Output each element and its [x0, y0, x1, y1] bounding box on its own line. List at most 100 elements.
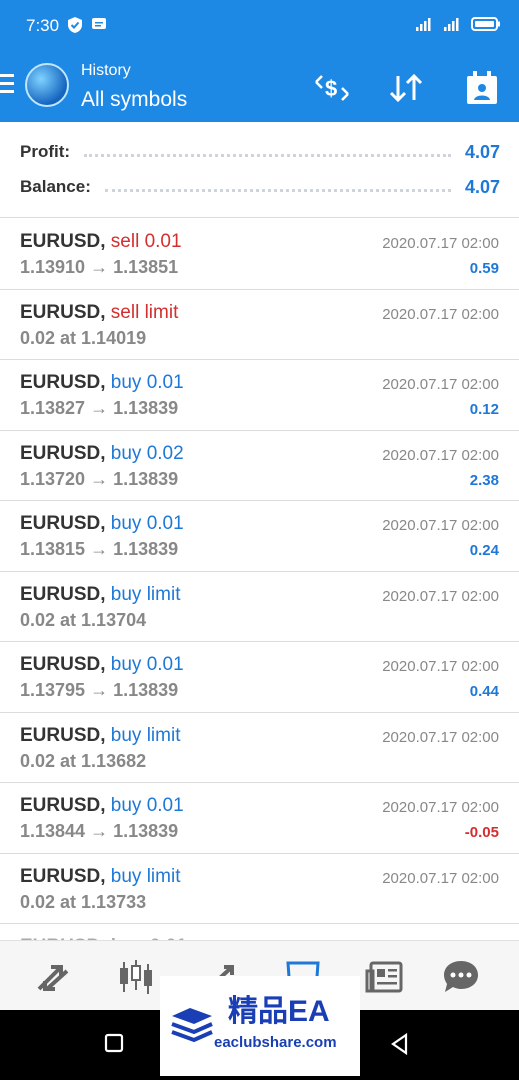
row-detail: 1.13720 → 1.13839 — [20, 468, 179, 489]
battery-icon — [471, 17, 500, 31]
row-symbol: EURUSD, — [20, 724, 106, 746]
signal-icon — [416, 18, 431, 31]
row-symbol-line: EURUSD, buy 0.01 — [20, 372, 184, 394]
row-detail: 0.02 at 1.13704 — [20, 609, 147, 630]
app-bar: History All symbols $ — [0, 52, 519, 122]
row-detail: 0.02 at 1.14019 — [20, 327, 147, 348]
row-symbol-line: EURUSD, sell limit — [20, 302, 178, 324]
history-row[interactable]: EURUSD, sell limit 0.02 at 1.14019 2020.07… — [0, 290, 519, 360]
nav-quotes[interactable] — [31, 955, 75, 999]
balance-label: Balance: — [20, 177, 91, 196]
history-row[interactable]: EURUSD, buy limit 0.02 at 1.13682 2020.07.… — [0, 713, 519, 783]
calendar-button[interactable] — [462, 68, 502, 108]
news-icon — [365, 961, 403, 993]
history-row[interactable]: EURUSD, buy limit 0.02 at 1.13733 2020.07.… — [0, 854, 519, 924]
status-bar: 7:30 — [0, 0, 519, 52]
calendar-person-icon — [467, 71, 497, 104]
quotes-arrows-icon — [37, 965, 69, 991]
balance-row: Balance: 4.07 — [20, 173, 500, 201]
row-detail: 1.13795 → 1.13839 — [20, 680, 179, 700]
message-icon — [92, 18, 106, 29]
history-row[interactable]: EURUSD, buy 0.01 1.13844 → 1.13839 2020.07… — [0, 783, 519, 854]
row-action: buy 0.01 — [110, 654, 184, 675]
currency-filter-button[interactable]: $ — [312, 68, 352, 108]
menu-icon[interactable] — [0, 74, 18, 100]
row-action: buy 0.01 — [110, 795, 184, 816]
balance-value: 4.07 — [464, 176, 500, 197]
row-profit: -0.05 — [464, 824, 499, 841]
profit-value: 4.07 — [464, 141, 500, 162]
history-row[interactable]: EURUSD, sell 0.01 1.13910 → 1.13851 2020.0… — [0, 219, 519, 290]
row-symbol-line: EURUSD, buy 0.01 — [20, 654, 184, 676]
nav-chat[interactable] — [439, 955, 483, 999]
row-detail: 1.13815 → 1.13839 — [20, 539, 179, 559]
nav-news[interactable] — [363, 955, 407, 999]
history-row[interactable]: EURUSD, buy 0.01 1.13827 → 1.13839 2020.07… — [0, 360, 519, 431]
row-symbol: EURUSD, — [20, 231, 106, 252]
row-action: sell 0.01 — [110, 231, 182, 252]
app-logo — [25, 63, 69, 107]
page-title[interactable]: All symbols — [81, 88, 187, 112]
row-symbol-line: EURUSD, buy limit — [20, 866, 180, 888]
sort-button[interactable] — [386, 68, 426, 108]
history-row[interactable]: EURUSD, buy 0.01 1.13795 → 1.13839 2020.07… — [0, 642, 519, 713]
row-action: buy 0.02 — [110, 442, 184, 464]
watermark-text: 精品EA — [228, 995, 330, 1028]
square-icon — [104, 1033, 124, 1053]
dollar-arrows-icon: $ — [315, 75, 349, 101]
row-action: buy limit — [110, 724, 181, 746]
row-action: buy 0.01 — [110, 372, 184, 393]
row-symbol: EURUSD, — [20, 372, 106, 393]
row-action: buy limit — [110, 865, 181, 887]
svg-text:$: $ — [325, 76, 337, 101]
history-row[interactable]: EURUSD, buy 0.01 1.13815 → 1.13839 2020.07… — [0, 501, 519, 572]
row-date: 2020.07.17 02:00 — [382, 587, 499, 605]
recent-apps-button[interactable] — [103, 1032, 129, 1058]
watermark-url: eaclubshare.com — [214, 1034, 337, 1051]
row-date: 2020.07.17 02:00 — [382, 235, 499, 252]
row-detail: 1.13827 → 1.13839 — [20, 398, 179, 418]
shield-icon — [68, 17, 82, 33]
nav-chart[interactable] — [114, 955, 158, 999]
row-action: buy 0.01 — [110, 513, 184, 534]
row-symbol: EURUSD, — [20, 795, 106, 816]
row-date: 2020.07.17 02:00 — [382, 305, 499, 323]
row-action: buy limit — [110, 583, 181, 605]
candlestick-icon — [120, 960, 152, 994]
summary-panel: Profit: 4.07 Balance: 4.07 — [0, 122, 519, 218]
row-date: 2020.07.17 02:00 — [382, 446, 499, 464]
status-time: 7:30 — [26, 16, 60, 35]
back-triangle-icon — [391, 1032, 408, 1056]
row-date: 2020.07.17 02:00 — [382, 517, 499, 534]
row-detail: 1.13910 → 1.13851 — [20, 257, 179, 277]
profit-row: Profit: 4.07 — [20, 138, 500, 166]
row-date: 2020.07.17 02:00 — [382, 658, 499, 675]
row-date: 2020.07.17 02:00 — [382, 376, 499, 393]
row-symbol-line: EURUSD, buy limit — [20, 725, 180, 747]
row-profit: 0.59 — [469, 260, 499, 277]
history-row[interactable]: EURUSD, buy 0.02 1.13720 → 1.13839 2020.07… — [0, 431, 519, 501]
row-symbol-line: EURUSD, buy 0.01 — [20, 795, 184, 817]
row-action: sell limit — [110, 301, 179, 323]
row-symbol: EURUSD, — [20, 301, 106, 323]
row-date: 2020.07.17 02:00 — [382, 728, 499, 746]
row-detail: 0.02 at 1.13682 — [20, 750, 147, 771]
row-detail: 0.02 at 1.13733 — [20, 891, 147, 912]
watermark-logo: 精品EA eaclubshare.com — [160, 976, 360, 1076]
dotted-leader — [84, 153, 451, 157]
row-profit: 0.24 — [469, 542, 499, 559]
profit-label: Profit: — [20, 142, 71, 161]
row-profit: 0.12 — [469, 401, 499, 418]
row-symbol: EURUSD, — [20, 583, 106, 605]
row-symbol-line: EURUSD, buy limit — [20, 584, 180, 606]
book-stack-icon — [171, 1008, 213, 1043]
row-symbol-line: EURUSD, buy 0.02 — [20, 443, 184, 465]
row-symbol-line: EURUSD, buy 0.01 — [20, 513, 184, 535]
row-profit: 2.38 — [469, 471, 499, 489]
history-row[interactable]: EURUSD, buy limit 0.02 at 1.13704 2020.07.… — [0, 572, 519, 642]
chat-icon — [444, 961, 478, 992]
back-button[interactable] — [388, 1032, 414, 1058]
signal-icon-2 — [444, 18, 459, 31]
row-symbol: EURUSD, — [20, 442, 106, 464]
row-symbol: EURUSD, — [20, 654, 106, 675]
